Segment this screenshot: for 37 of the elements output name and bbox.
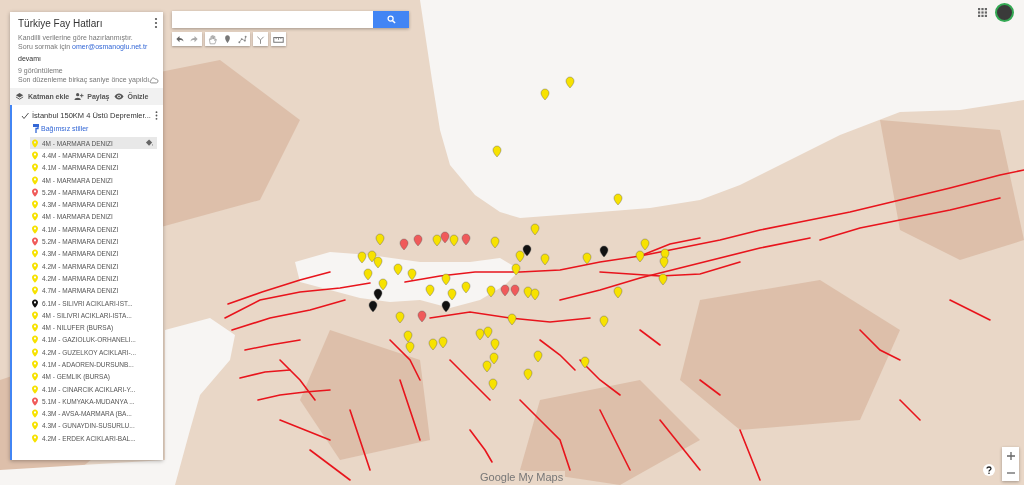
paint-roller-icon (33, 124, 39, 133)
map-title: Türkiye Fay Hatları (18, 18, 103, 29)
cloud-icon (149, 75, 160, 84)
add-person-icon (74, 92, 85, 101)
paint-bucket-icon[interactable] (145, 139, 154, 148)
kebab-icon[interactable] (154, 110, 159, 121)
marker-icon (222, 33, 233, 45)
brand-logo: Google My Maps (478, 471, 566, 483)
question-mark-icon (986, 466, 992, 474)
layer-checkbox[interactable] (21, 111, 29, 120)
line-icon (237, 33, 248, 45)
map-pin[interactable] (599, 245, 609, 258)
hand-button[interactable] (205, 32, 220, 46)
eye-icon (114, 92, 125, 101)
search-field[interactable] (172, 11, 409, 28)
map-pin[interactable] (378, 278, 388, 291)
route-button[interactable] (253, 32, 268, 46)
map-pin[interactable] (522, 244, 532, 257)
ruler-button[interactable] (271, 32, 286, 46)
zoom-out-button[interactable] (1002, 464, 1019, 481)
map-pin[interactable] (368, 300, 378, 313)
undo-icon (174, 33, 185, 45)
zoom-in-button[interactable] (1002, 447, 1019, 464)
hand-icon (207, 33, 218, 45)
line-button[interactable] (235, 32, 250, 46)
plus-icon (1006, 451, 1015, 460)
map-pin[interactable] (515, 250, 525, 263)
minus-icon (1006, 471, 1015, 474)
apps-grid-icon[interactable] (978, 8, 987, 17)
search-button[interactable] (373, 11, 409, 28)
map-pin[interactable] (441, 300, 451, 313)
layers-icon (15, 92, 25, 101)
map-pin[interactable] (373, 288, 383, 301)
search-icon (386, 15, 396, 24)
undo-button[interactable] (172, 32, 187, 46)
kebab-icon (153, 17, 159, 29)
more-options-button[interactable] (153, 17, 159, 29)
